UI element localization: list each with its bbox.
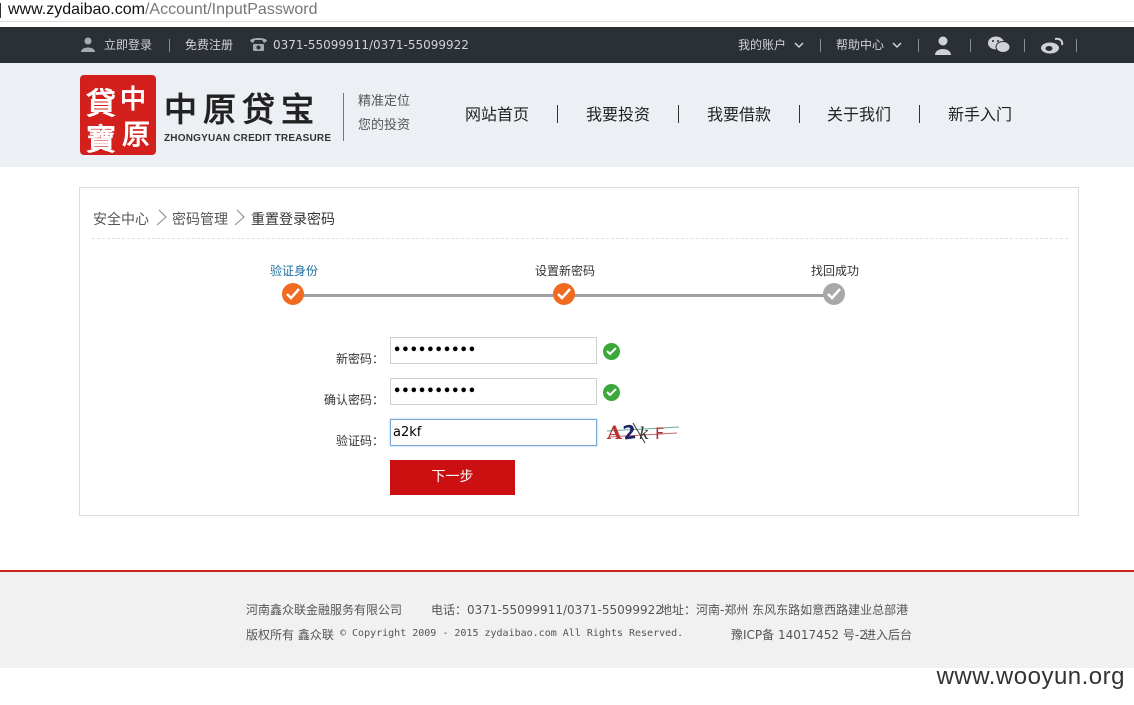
nav-about[interactable]: 关于我们 xyxy=(827,104,891,126)
step-3-check-icon xyxy=(823,283,845,305)
phone-icon xyxy=(249,36,268,52)
step-connector xyxy=(292,294,554,297)
confirm-password-label: 确认密码： xyxy=(324,393,385,407)
divider xyxy=(169,39,170,52)
new-password-label: 新密码： xyxy=(335,352,384,366)
url-text[interactable]: www.zydaibao.com/Account/InputPassword xyxy=(8,1,318,19)
new-password-ok-icon xyxy=(603,343,620,360)
seal-glyph: 寶 xyxy=(86,123,116,158)
browser-address-bar[interactable]: www.zydaibao.com/Account/InputPassword xyxy=(0,0,1134,22)
captcha-label: 验证码： xyxy=(335,434,384,448)
footer-copyright-owner: 版权所有 鑫众联 xyxy=(246,628,334,642)
footer-copyright: © Copyright 2009 - 2015 zydaibao.com All… xyxy=(340,628,684,639)
svg-text:F: F xyxy=(655,424,664,443)
step-1-check-icon xyxy=(282,283,304,305)
login-link[interactable]: 立即登录 xyxy=(104,27,152,63)
step-label-verify: 验证身份 xyxy=(270,264,319,278)
footer-address: 地址：河南-郑州 东风东路如意西路建业总部港 xyxy=(660,603,909,617)
seal-glyph: 中 xyxy=(120,85,147,115)
slogan-line: 精准定位 xyxy=(358,94,411,109)
breadcrumb-password-manage[interactable]: 密码管理 xyxy=(172,209,228,229)
help-center-menu[interactable]: 帮助中心 xyxy=(836,27,884,63)
nav-home[interactable]: 网站首页 xyxy=(465,104,529,126)
svg-text:2: 2 xyxy=(622,421,638,445)
text-cursor xyxy=(0,3,1,18)
footer-icp[interactable]: 豫ICP备 14017452 号-2 xyxy=(731,626,867,643)
chevron-down-icon xyxy=(892,42,902,49)
user-icon xyxy=(80,36,96,52)
nav-invest[interactable]: 我要投资 xyxy=(586,104,650,126)
step-connector xyxy=(574,294,824,297)
footer-phone: 电话：0371-55099911/0371-55099922 xyxy=(431,603,663,617)
step-2-check-icon xyxy=(553,283,575,305)
url-path: /Account/InputPassword xyxy=(144,1,318,18)
logo-title[interactable]: 中原贷宝 xyxy=(164,91,320,129)
step-label-success: 找回成功 xyxy=(811,264,860,278)
logo-divider xyxy=(343,93,344,141)
slogan-line: 您的投资 xyxy=(358,118,411,133)
logo-subtitle: ZHONGYUAN CREDIT TREASURE xyxy=(164,133,332,144)
chevron-down-icon xyxy=(794,42,804,49)
nav-borrow[interactable]: 我要借款 xyxy=(707,104,771,126)
watermark: www.wooyun.org xyxy=(936,663,1125,690)
register-link[interactable]: 免费注册 xyxy=(185,27,233,63)
nav-divider xyxy=(557,105,558,123)
nav-divider xyxy=(919,105,920,123)
site-footer: 河南鑫众联金融服务有限公司 电话：0371-55099911/0371-5509… xyxy=(0,572,1134,668)
footer-admin-link[interactable]: 进入后台 xyxy=(864,626,912,643)
new-password-input[interactable]: •••••••••• xyxy=(390,337,597,364)
reset-password-panel: 安全中心 密码管理 重置登录密码 验证身份 设置新密码 找回成功 新密码： ••… xyxy=(79,187,1079,516)
nav-divider xyxy=(678,105,679,123)
captcha-input-value: a2kf xyxy=(393,425,422,440)
confirm-password-value: •••••••••• xyxy=(393,384,477,399)
avatar-icon[interactable] xyxy=(934,35,952,55)
chevron-right-icon xyxy=(155,208,169,230)
svg-text:A: A xyxy=(606,422,622,444)
nav-newbie[interactable]: 新手入门 xyxy=(948,104,1012,126)
divider xyxy=(1076,39,1077,52)
seal-glyph: 原 xyxy=(122,118,151,151)
site-header: 貸 中 寶 原 中原贷宝 ZHONGYUAN CREDIT TREASURE 精… xyxy=(0,63,1134,167)
url-domain: www.zydaibao.com xyxy=(8,1,145,18)
confirm-password-input[interactable]: •••••••••• xyxy=(390,378,597,405)
captcha-input[interactable]: a2kf xyxy=(390,419,597,446)
wechat-icon[interactable] xyxy=(987,36,1011,54)
divider xyxy=(1024,39,1025,52)
divider xyxy=(820,39,821,52)
divider xyxy=(970,39,971,52)
my-account-menu[interactable]: 我的账户 xyxy=(738,27,786,63)
step-label-set-password: 设置新密码 xyxy=(535,264,596,278)
top-utility-bar: 立即登录 免费注册 0371-55099911/0371-55099922 我的… xyxy=(0,27,1134,63)
divider xyxy=(918,39,919,52)
logo-seal[interactable]: 貸 中 寶 原 xyxy=(80,75,156,158)
nav-divider xyxy=(799,105,800,123)
confirm-password-ok-icon xyxy=(603,384,620,401)
footer-company: 河南鑫众联金融服务有限公司 xyxy=(246,603,403,617)
next-step-button[interactable]: 下一步 xyxy=(390,460,515,495)
breadcrumb-security-center[interactable]: 安全中心 xyxy=(93,209,149,229)
weibo-icon[interactable] xyxy=(1040,37,1064,54)
captcha-image[interactable]: A 2 k F xyxy=(605,417,681,447)
my-account-label: 我的账户 xyxy=(738,38,787,52)
breadcrumb-divider xyxy=(92,238,1068,239)
chevron-right-icon xyxy=(233,208,247,230)
help-center-label: 帮助中心 xyxy=(836,38,885,52)
breadcrumb-current: 重置登录密码 xyxy=(251,212,335,228)
new-password-value: •••••••••• xyxy=(393,343,477,358)
hotline-number: 0371-55099911/0371-55099922 xyxy=(273,38,469,52)
